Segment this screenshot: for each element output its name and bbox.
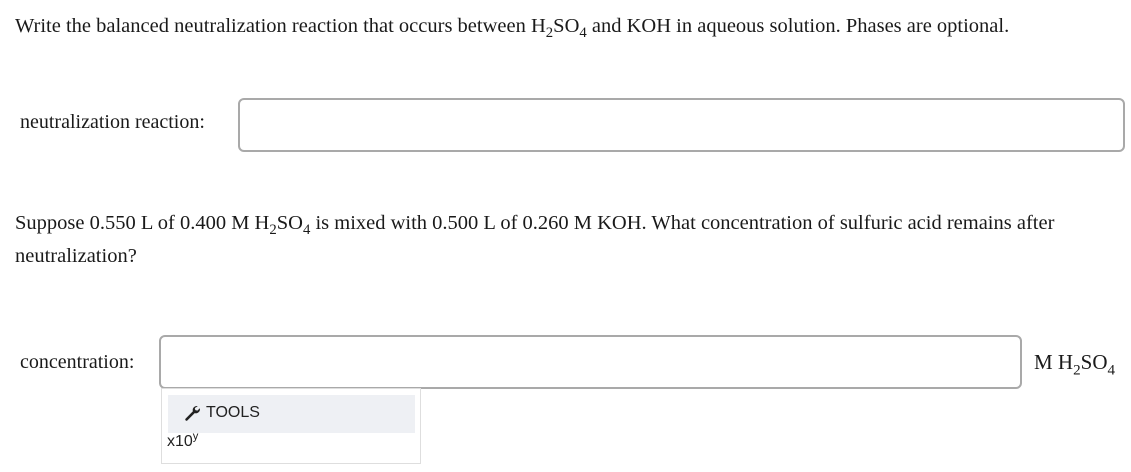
scientific-notation-button[interactable]: x10y: [167, 430, 199, 451]
tools-button[interactable]: TOOLS: [184, 404, 260, 422]
x10-base: x10: [167, 433, 193, 450]
q2-part2: SO: [276, 212, 303, 234]
wrench-icon: [185, 406, 200, 421]
q2-part1: Suppose 0.550 L of 0.400 M H: [15, 212, 270, 234]
x10-exponent: y: [192, 430, 199, 443]
tools-label: TOOLS: [206, 404, 260, 421]
q1-part2: SO: [553, 15, 580, 37]
unit-sub2: 4: [1107, 362, 1116, 379]
concentration-unit: M H2SO4: [1034, 350, 1116, 379]
q1-part3: and KOH in aqueous solution. Phases are …: [586, 15, 1010, 37]
question-1-text: Write the balanced neutralization reacti…: [15, 10, 1009, 43]
concentration-input[interactable]: [159, 335, 1022, 389]
q2-sub1: 2: [269, 222, 277, 239]
concentration-label: concentration:: [20, 351, 135, 373]
q1-sub2: 4: [579, 25, 587, 42]
unit-mid: SO: [1080, 350, 1108, 374]
question-2-text: Suppose 0.550 L of 0.400 M H2SO4 is mixe…: [15, 207, 1120, 273]
unit-sub1: 2: [1073, 362, 1081, 379]
unit-prefix: M H: [1034, 350, 1074, 374]
neutralization-reaction-label: neutralization reaction:: [20, 111, 205, 133]
q1-part1: Write the balanced neutralization reacti…: [15, 15, 546, 37]
neutralization-reaction-input[interactable]: [238, 98, 1125, 152]
tools-panel: TOOLS x10y: [161, 388, 421, 464]
tools-bar: TOOLS: [168, 395, 415, 433]
